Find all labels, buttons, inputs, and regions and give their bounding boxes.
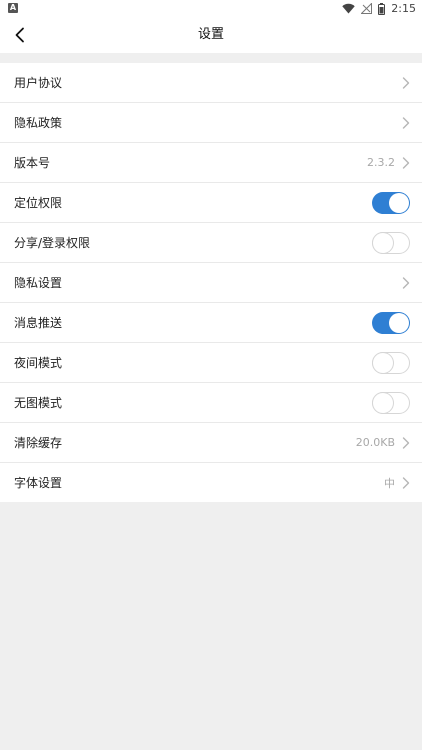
settings-row-right: 2.3.2	[367, 143, 410, 182]
toggle-knob	[389, 312, 409, 333]
settings-row-label: 字体设置	[14, 476, 63, 490]
settings-row-user-agreement[interactable]: 用户协议	[0, 63, 422, 103]
wifi-icon	[342, 3, 355, 14]
chevron-left-icon	[15, 27, 24, 43]
toggle-switch[interactable]	[372, 311, 410, 334]
status-bar: A 2:15	[0, 0, 422, 17]
chevron-right-icon	[402, 116, 410, 129]
settings-row-right	[372, 343, 410, 382]
settings-row-label: 隐私政策	[14, 116, 63, 130]
settings-row-share-login-permission[interactable]: 分享/登录权限	[0, 223, 422, 263]
settings-row-label: 消息推送	[14, 316, 63, 330]
settings-row-value: 20.0KB	[355, 436, 395, 449]
toggle-knob	[373, 392, 393, 413]
settings-row-right: 20.0KB	[356, 423, 410, 462]
page-title: 设置	[197, 27, 224, 42]
settings-row-no-image-mode[interactable]: 无图模式	[0, 383, 422, 423]
settings-row-right	[372, 223, 410, 262]
chevron-right-icon	[402, 476, 410, 489]
settings-row-location-permission[interactable]: 定位权限	[0, 183, 422, 223]
toggle-knob	[373, 232, 393, 253]
settings-row-right	[402, 103, 410, 142]
section-gap	[0, 53, 422, 63]
chevron-right-icon	[402, 76, 410, 89]
settings-row-right	[372, 303, 410, 342]
toggle-switch[interactable]	[372, 191, 410, 214]
toggle-knob	[373, 352, 393, 373]
settings-row-label: 分享/登录权限	[14, 236, 91, 250]
settings-row-right	[402, 63, 410, 102]
settings-row-label: 版本号	[14, 156, 51, 170]
chevron-right-icon	[402, 436, 410, 449]
settings-row-label: 隐私设置	[14, 276, 63, 290]
settings-row-version[interactable]: 版本号 2.3.2	[0, 143, 422, 183]
settings-row-label: 用户协议	[14, 76, 63, 90]
settings-row-clear-cache[interactable]: 清除缓存 20.0KB	[0, 423, 422, 463]
settings-row-right	[372, 183, 410, 222]
settings-row-privacy-policy[interactable]: 隐私政策	[0, 103, 422, 143]
settings-row-right: 中	[384, 463, 410, 502]
settings-row-right	[372, 383, 410, 422]
settings-row-value: 中	[384, 476, 395, 490]
chevron-right-icon	[402, 276, 410, 289]
a-icon: A	[8, 3, 18, 13]
settings-row-privacy-settings[interactable]: 隐私设置	[0, 263, 422, 303]
settings-row-push-notifications[interactable]: 消息推送	[0, 303, 422, 343]
signal-icon	[361, 3, 373, 14]
back-button[interactable]	[6, 21, 34, 49]
settings-row-right	[402, 263, 410, 302]
settings-row-value: 2.3.2	[367, 156, 395, 169]
settings-row-font-settings[interactable]: 字体设置 中	[0, 463, 422, 502]
chevron-right-icon	[402, 156, 410, 169]
toggle-switch[interactable]	[372, 391, 410, 414]
status-time: 2:15	[391, 2, 416, 15]
settings-row-label: 定位权限	[14, 196, 63, 210]
toggle-knob	[389, 192, 409, 213]
toggle-switch[interactable]	[372, 231, 410, 254]
header: 设置	[0, 17, 422, 53]
settings-row-label: 清除缓存	[14, 436, 63, 450]
status-icons: 2:15	[342, 1, 416, 16]
battery-icon	[378, 2, 386, 15]
toggle-switch[interactable]	[372, 351, 410, 374]
settings-row-label: 夜间模式	[14, 356, 63, 370]
settings-row-night-mode[interactable]: 夜间模式	[0, 343, 422, 383]
settings-list: 用户协议隐私政策版本号 2.3.2 定位权限分享/登录权限 隐私设置消息推送夜间模式无…	[0, 63, 422, 502]
settings-row-label: 无图模式	[14, 396, 63, 410]
